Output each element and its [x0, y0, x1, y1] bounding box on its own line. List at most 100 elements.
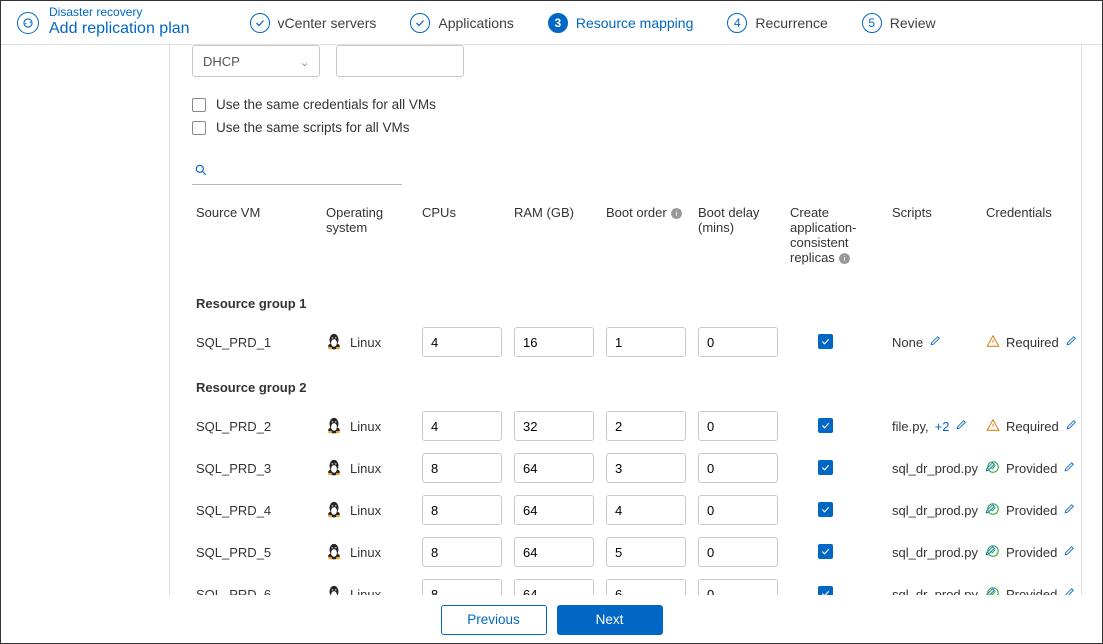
ip-extra-input[interactable]: [336, 45, 464, 77]
linux-icon: [326, 458, 342, 479]
wizard-header: Disaster recovery Add replication plan v…: [1, 1, 1102, 45]
breadcrumb: Disaster recovery Add replication plan: [49, 6, 190, 38]
ram-input[interactable]: [514, 579, 594, 595]
consistent-checkbox[interactable]: [818, 334, 833, 349]
info-icon[interactable]: i: [670, 207, 683, 220]
script-name: None: [892, 335, 923, 350]
edit-credential-button[interactable]: [1063, 460, 1076, 476]
credential-status: Required: [1006, 419, 1059, 434]
step-applications[interactable]: Applications: [410, 13, 514, 33]
ip-mode-select[interactable]: DHCP: [192, 45, 320, 77]
vm-name: SQL_PRD_4: [192, 489, 322, 531]
script-name: sql_dr_prod.py: [892, 587, 978, 595]
os-name: Linux: [350, 587, 381, 595]
table-row: SQL_PRD_6Linuxsql_dr_prod.py Provided: [192, 573, 1068, 595]
step-review[interactable]: 5 Review: [862, 13, 936, 33]
col-source-vm: Source VM: [192, 199, 322, 279]
step-label: Recurrence: [755, 15, 827, 31]
credential-status: Provided: [1006, 587, 1057, 595]
edit-script-button[interactable]: [929, 334, 942, 350]
consistent-checkbox[interactable]: [818, 418, 833, 433]
same-scripts-label: Use the same scripts for all VMs: [216, 120, 410, 135]
os-name: Linux: [350, 335, 381, 350]
check-circle-icon: [986, 586, 1000, 595]
edit-credential-button[interactable]: [1065, 334, 1078, 350]
vm-name: SQL_PRD_3: [192, 447, 322, 489]
cpu-input[interactable]: [422, 495, 502, 525]
ram-input[interactable]: [514, 495, 594, 525]
replication-icon: [17, 12, 39, 34]
edit-credential-button[interactable]: [1063, 586, 1076, 595]
consistent-checkbox[interactable]: [818, 502, 833, 517]
edit-credential-button[interactable]: [1065, 418, 1078, 434]
chevron-down-icon: [300, 57, 309, 66]
boot-order-input[interactable]: [606, 579, 686, 595]
consistent-checkbox[interactable]: [818, 544, 833, 559]
credential-status: Required: [1006, 335, 1059, 350]
same-scripts-checkbox[interactable]: [192, 121, 206, 135]
table-row: SQL_PRD_4Linuxsql_dr_prod.py Provided: [192, 489, 1068, 531]
col-boot-delay: Boot delay (mins): [694, 199, 786, 279]
os-name: Linux: [350, 461, 381, 476]
search-input[interactable]: [192, 159, 402, 185]
table-row: SQL_PRD_5Linuxsql_dr_prod.py Provided: [192, 531, 1068, 573]
check-circle-icon: [986, 460, 1000, 477]
check-circle-icon: [986, 502, 1000, 519]
check-icon: [250, 13, 270, 33]
boot-delay-input[interactable]: [698, 495, 778, 525]
script-name: sql_dr_prod.py: [892, 461, 978, 476]
ram-input[interactable]: [514, 327, 594, 357]
vm-name: SQL_PRD_5: [192, 531, 322, 573]
boot-delay-input[interactable]: [698, 537, 778, 567]
script-name: sql_dr_prod.py: [892, 545, 978, 560]
col-ram: RAM (GB): [510, 199, 602, 279]
os-name: Linux: [350, 545, 381, 560]
linux-icon: [326, 542, 342, 563]
group-header: Resource group 2: [192, 363, 1068, 405]
edit-credential-button[interactable]: [1063, 502, 1076, 518]
boot-order-input[interactable]: [606, 537, 686, 567]
script-name: sql_dr_prod.py: [892, 503, 978, 518]
vm-name: SQL_PRD_1: [192, 321, 322, 363]
consistent-checkbox[interactable]: [818, 586, 833, 595]
ram-input[interactable]: [514, 453, 594, 483]
step-vcenter[interactable]: vCenter servers: [250, 13, 377, 33]
boot-delay-input[interactable]: [698, 327, 778, 357]
step-number: 5: [862, 13, 882, 33]
credential-status: Provided: [1006, 461, 1057, 476]
boot-delay-input[interactable]: [698, 411, 778, 441]
select-value: DHCP: [203, 54, 240, 69]
cpu-input[interactable]: [422, 537, 502, 567]
consistent-checkbox[interactable]: [818, 460, 833, 475]
boot-delay-input[interactable]: [698, 453, 778, 483]
boot-order-input[interactable]: [606, 495, 686, 525]
boot-order-input[interactable]: [606, 327, 686, 357]
same-credentials-checkbox[interactable]: [192, 98, 206, 112]
table-row: SQL_PRD_1 Linux None Required: [192, 321, 1068, 363]
col-os: Operating system: [322, 199, 418, 279]
page-title: Add replication plan: [49, 20, 190, 38]
previous-button[interactable]: Previous: [441, 605, 547, 635]
boot-order-input[interactable]: [606, 411, 686, 441]
step-recurrence[interactable]: 4 Recurrence: [727, 13, 827, 33]
credential-status: Provided: [1006, 503, 1057, 518]
cpu-input[interactable]: [422, 327, 502, 357]
edit-credential-button[interactable]: [1063, 544, 1076, 560]
cpu-input[interactable]: [422, 411, 502, 441]
boot-order-input[interactable]: [606, 453, 686, 483]
ram-input[interactable]: [514, 411, 594, 441]
ram-input[interactable]: [514, 537, 594, 567]
step-resource-mapping[interactable]: 3 Resource mapping: [548, 13, 694, 33]
vm-table: Source VM Operating system CPUs RAM (GB)…: [192, 199, 1068, 595]
edit-script-button[interactable]: [955, 418, 968, 434]
boot-delay-input[interactable]: [698, 579, 778, 595]
info-icon[interactable]: i: [838, 252, 851, 265]
check-circle-icon: [986, 544, 1000, 561]
script-name: file.py,: [892, 419, 929, 434]
cpu-input[interactable]: [422, 579, 502, 595]
next-button[interactable]: Next: [557, 605, 663, 635]
step-label: Resource mapping: [576, 15, 694, 31]
step-number: 3: [548, 13, 568, 33]
cpu-input[interactable]: [422, 453, 502, 483]
linux-icon: [326, 332, 342, 353]
